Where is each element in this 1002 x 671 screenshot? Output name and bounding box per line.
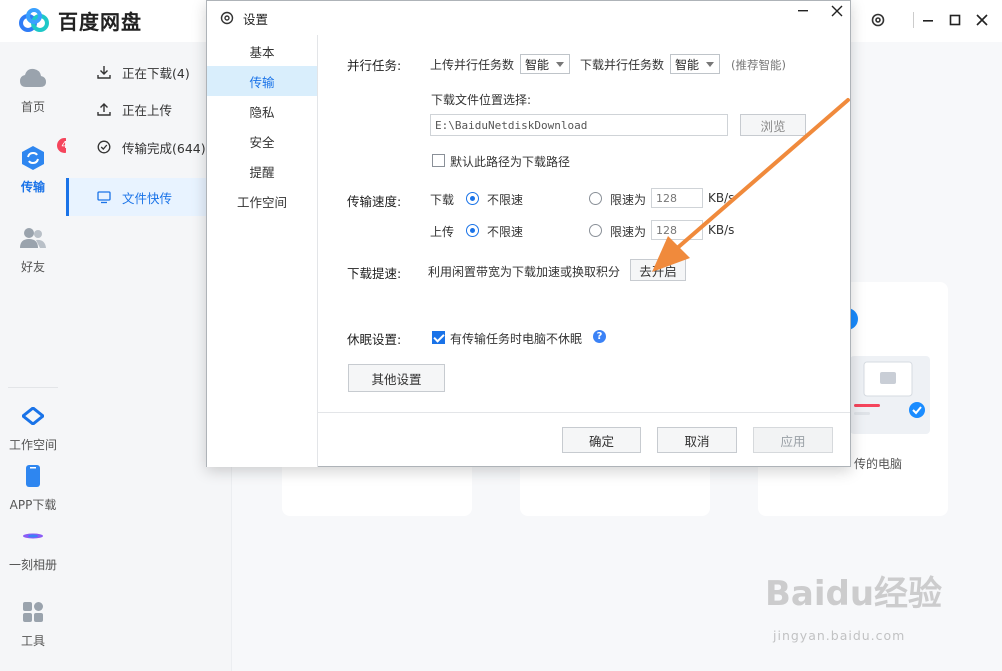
rail-item-tools[interactable]: 工具	[0, 598, 66, 649]
download-unlimited-label: 不限速	[487, 193, 524, 207]
chevron-down-icon	[556, 62, 564, 67]
download-location-label: 下载文件位置选择:	[431, 93, 532, 107]
gear-icon	[219, 10, 235, 26]
default-path-checkbox-label: 默认此路径为下载路径	[450, 155, 571, 169]
rail-label-transfer: 传输	[20, 180, 45, 194]
cancel-button[interactable]: 取消	[657, 427, 737, 453]
upload-limit-label: 限速为	[610, 225, 647, 239]
rail-label-workspace: 工作空间	[8, 438, 57, 452]
close-window-button[interactable]	[972, 10, 992, 30]
browse-button[interactable]: 浏览	[740, 114, 806, 136]
download-speed-label: 下载	[430, 193, 455, 207]
apply-button[interactable]: 应用	[753, 427, 833, 453]
baidu-netdisk-logo-icon	[18, 7, 52, 35]
prevent-sleep-checkbox-label: 有传输任务时电脑不休眠	[450, 332, 583, 346]
dialog-close-button[interactable]	[827, 1, 847, 21]
settings-gear-icon[interactable]	[868, 10, 888, 30]
friends-icon	[19, 224, 47, 252]
nav-item-privacy[interactable]: 隐私	[207, 96, 317, 126]
nav-item-reminder[interactable]: 提醒	[207, 156, 317, 186]
app-logo: 百度网盘	[18, 6, 142, 35]
computer-illustration-icon	[850, 356, 930, 434]
download-boost-label: 下载提速:	[347, 266, 402, 281]
dialog-footer: 确定 取消 应用	[318, 413, 850, 467]
upload-limit-radio[interactable]	[589, 224, 602, 237]
rail-item-friends[interactable]: 好友	[0, 224, 66, 275]
dialog-titlebar: 设置	[207, 1, 850, 35]
upload-unlimited-radio[interactable]	[466, 224, 479, 237]
rail-label-app-download: APP下载	[9, 498, 57, 512]
tools-icon	[19, 598, 47, 626]
rail-label-friends: 好友	[20, 260, 45, 274]
parallel-hint: (推荐智能)	[731, 58, 786, 72]
nav-item-workspace[interactable]: 工作空间	[207, 186, 317, 216]
other-settings-button[interactable]: 其他设置	[348, 364, 445, 392]
transfer-speed-label: 传输速度:	[347, 194, 402, 209]
ok-button[interactable]: 确定	[562, 427, 641, 453]
upload-limit-input[interactable]	[651, 220, 703, 240]
download-limit-radio[interactable]	[589, 192, 602, 205]
upload-unlimited-label: 不限速	[487, 225, 524, 239]
chevron-down-icon	[706, 62, 714, 67]
nav-item-transfer[interactable]: 传输	[207, 66, 317, 96]
nav-item-basic[interactable]: 基本	[207, 36, 317, 66]
album-icon	[19, 522, 47, 550]
enable-boost-button[interactable]: 去开启	[630, 259, 686, 281]
dialog-title: 设置	[243, 11, 269, 27]
download-limit-label: 限速为	[610, 193, 647, 207]
rail-item-transfer[interactable]: 4 传输	[0, 138, 72, 195]
dialog-nav: 基本 传输 隐私 安全 提醒 工作空间	[207, 35, 318, 467]
rail-item-home[interactable]: 首页	[0, 64, 66, 115]
prevent-sleep-checkbox[interactable]	[432, 331, 445, 344]
nav-item-security[interactable]: 安全	[207, 126, 317, 156]
cloud-icon	[19, 64, 47, 92]
app-brand-name: 百度网盘	[58, 10, 142, 34]
rail-item-workspace[interactable]: 工作空间	[0, 402, 66, 453]
download-unlimited-radio[interactable]	[466, 192, 479, 205]
upload-speed-label: 上传	[430, 225, 455, 239]
download-limit-input[interactable]	[651, 188, 703, 208]
download-path-input[interactable]	[430, 114, 728, 136]
phone-icon	[19, 462, 47, 490]
settings-dialog: 设置 基本 传输 隐私 安全 提醒 工作空间 并行任务: 上传并行任务数 智能 …	[206, 0, 851, 467]
sub-label-uploading: 正在上传	[122, 102, 173, 118]
rail-label-home: 首页	[20, 100, 45, 114]
dialog-body: 并行任务: 上传并行任务数 智能 下载并行任务数 智能 (推荐智能) 下载文件位…	[318, 35, 850, 413]
download-icon	[96, 64, 112, 80]
rail-divider	[8, 387, 58, 388]
download-boost-description: 利用闲置带宽为下载加速或换取积分	[428, 265, 621, 279]
upload-speed-unit: KB/s	[708, 223, 735, 237]
upload-icon	[96, 101, 112, 117]
rail-label-album: 一刻相册	[8, 558, 57, 572]
download-parallel-select[interactable]: 智能	[670, 54, 720, 74]
download-parallel-label: 下载并行任务数	[580, 58, 665, 72]
left-rail: 首页 4 传输 好友 工作空间 APP下载 一刻相册 工具	[0, 42, 72, 671]
sub-label-downloading: 正在下载(4)	[122, 65, 190, 81]
rail-label-tools: 工具	[20, 634, 45, 648]
check-circle-icon	[96, 139, 112, 155]
maximize-window-button[interactable]	[945, 10, 965, 30]
watermark-brand: Baidu经验	[765, 574, 943, 614]
sub-label-file-quick-transfer: 文件快传	[122, 190, 173, 206]
default-path-checkbox[interactable]	[432, 154, 445, 167]
transfer-icon: 4	[19, 138, 72, 172]
upload-parallel-select[interactable]: 智能	[520, 54, 570, 74]
upload-parallel-label: 上传并行任务数	[430, 58, 515, 72]
rail-item-album[interactable]: 一刻相册	[0, 522, 66, 573]
download-speed-unit: KB/s	[708, 191, 735, 205]
workspace-icon	[19, 402, 47, 430]
minimize-window-button[interactable]	[918, 10, 938, 30]
parallel-tasks-label: 并行任务:	[347, 58, 402, 73]
rail-item-app-download[interactable]: APP下载	[0, 462, 66, 513]
dialog-minimize-button[interactable]	[793, 3, 813, 19]
monitor-icon	[96, 189, 112, 205]
help-icon[interactable]: ?	[593, 330, 606, 343]
watermark-url: jingyan.baidu.com	[773, 628, 906, 643]
sub-label-completed: 传输完成(644)	[122, 140, 206, 156]
baidu-jingyan-watermark: Baidu经验 jingyan.baidu.com	[765, 566, 995, 662]
sleep-settings-label: 休眠设置:	[347, 332, 402, 347]
